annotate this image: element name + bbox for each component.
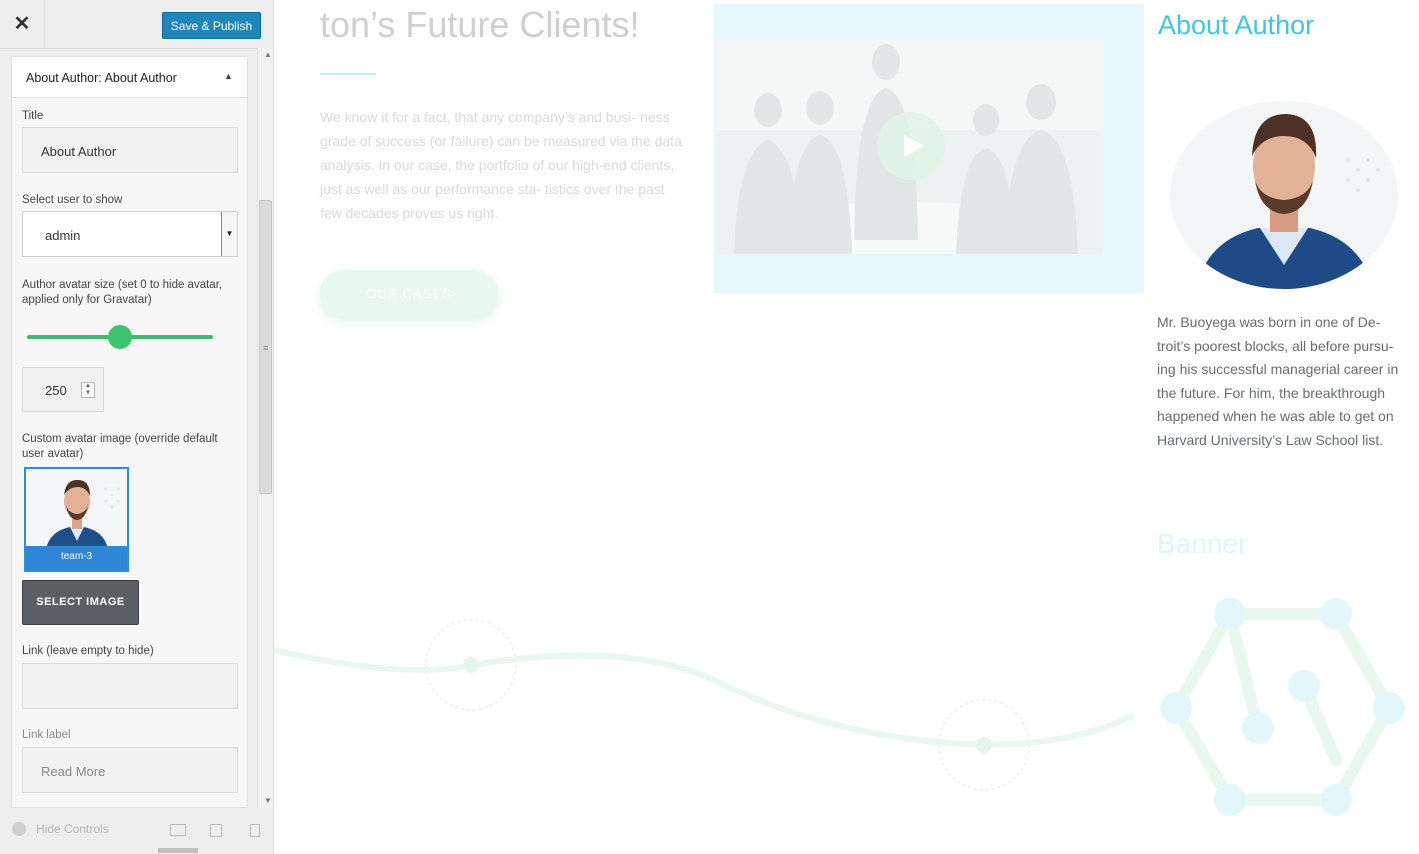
avatar-thumbnail[interactable]: team-3	[24, 467, 129, 572]
headline-underline	[320, 73, 376, 75]
author-bio: Mr. Buoyega was born in one of De- troit…	[1157, 314, 1399, 448]
number-spinner-icon[interactable]: ▲ ▼	[81, 382, 95, 398]
section-paragraph: We know it for a fact, that any company’…	[320, 109, 682, 221]
author-photo	[1170, 101, 1398, 289]
close-customizer-button[interactable]: ✕	[0, 0, 45, 48]
banner-title: Banner	[1157, 528, 1248, 559]
desktop-icon[interactable]	[170, 824, 186, 836]
widget-panel-title: About Author: About Author	[26, 71, 177, 85]
close-icon: ✕	[13, 13, 31, 35]
select-user-dropdown[interactable]: admin ▼	[22, 211, 238, 257]
link-input[interactable]	[22, 663, 238, 709]
active-device-indicator	[158, 848, 198, 853]
avatar-filename: team-3	[26, 546, 127, 570]
save-publish-button[interactable]: Save & Publish	[162, 12, 261, 39]
link-label: Link (leave empty to hide)	[22, 645, 154, 657]
decorative-wave	[274, 619, 1134, 791]
play-icon[interactable]	[875, 110, 947, 182]
title-label: Title	[22, 110, 44, 122]
man-avatar-thumbnail-image	[26, 469, 127, 549]
link-label-label: Link label	[22, 729, 71, 741]
site-preview: ton’s Future Clients! We know it for a f…	[274, 0, 1419, 854]
dropdown-arrow-icon[interactable]: ▼	[221, 212, 237, 256]
scrollbar-grip-icon: ≡	[263, 343, 269, 353]
avatar-size-slider-handle[interactable]	[108, 325, 132, 349]
select-user-label: Select user to show	[22, 194, 123, 206]
our-cases-button[interactable]: OUR CASES	[320, 270, 498, 317]
title-input[interactable]: About Author	[22, 127, 238, 173]
select-image-button[interactable]: SELECT IMAGE	[22, 580, 139, 625]
scroll-up-arrow-icon[interactable]: ▲	[264, 50, 272, 59]
widget-panel-header[interactable]: About Author: About Author ▲	[12, 57, 247, 98]
section-headline: ton’s Future Clients!	[320, 4, 640, 45]
banner-hexagon-graphic	[1160, 598, 1405, 816]
tablet-icon[interactable]	[210, 824, 222, 837]
mobile-icon[interactable]	[250, 824, 260, 837]
hide-controls-button[interactable]: Hide Controls	[12, 822, 109, 836]
avatar-size-input[interactable]: 250 ▲ ▼	[22, 367, 104, 412]
scroll-down-arrow-icon[interactable]: ▼	[264, 796, 272, 805]
sidebar-footer: Hide Controls	[0, 808, 273, 854]
widget-panel: About Author: About Author ▲ Title About…	[11, 56, 248, 808]
about-author-title: About Author	[1158, 10, 1315, 40]
customizer-sidebar: ✕ Save & Publish About Author: About Aut…	[0, 0, 274, 854]
link-label-input[interactable]: Read More	[22, 747, 238, 793]
collapse-arrow-icon[interactable]: ▲	[224, 71, 233, 81]
custom-avatar-label: Custom avatar image (override default us…	[22, 433, 218, 460]
avatar-size-label: Author avatar size (set 0 to hide avatar…	[22, 279, 223, 306]
collapse-circle-icon	[12, 822, 26, 836]
sidebar-header: ✕ Save & Publish	[0, 0, 273, 49]
